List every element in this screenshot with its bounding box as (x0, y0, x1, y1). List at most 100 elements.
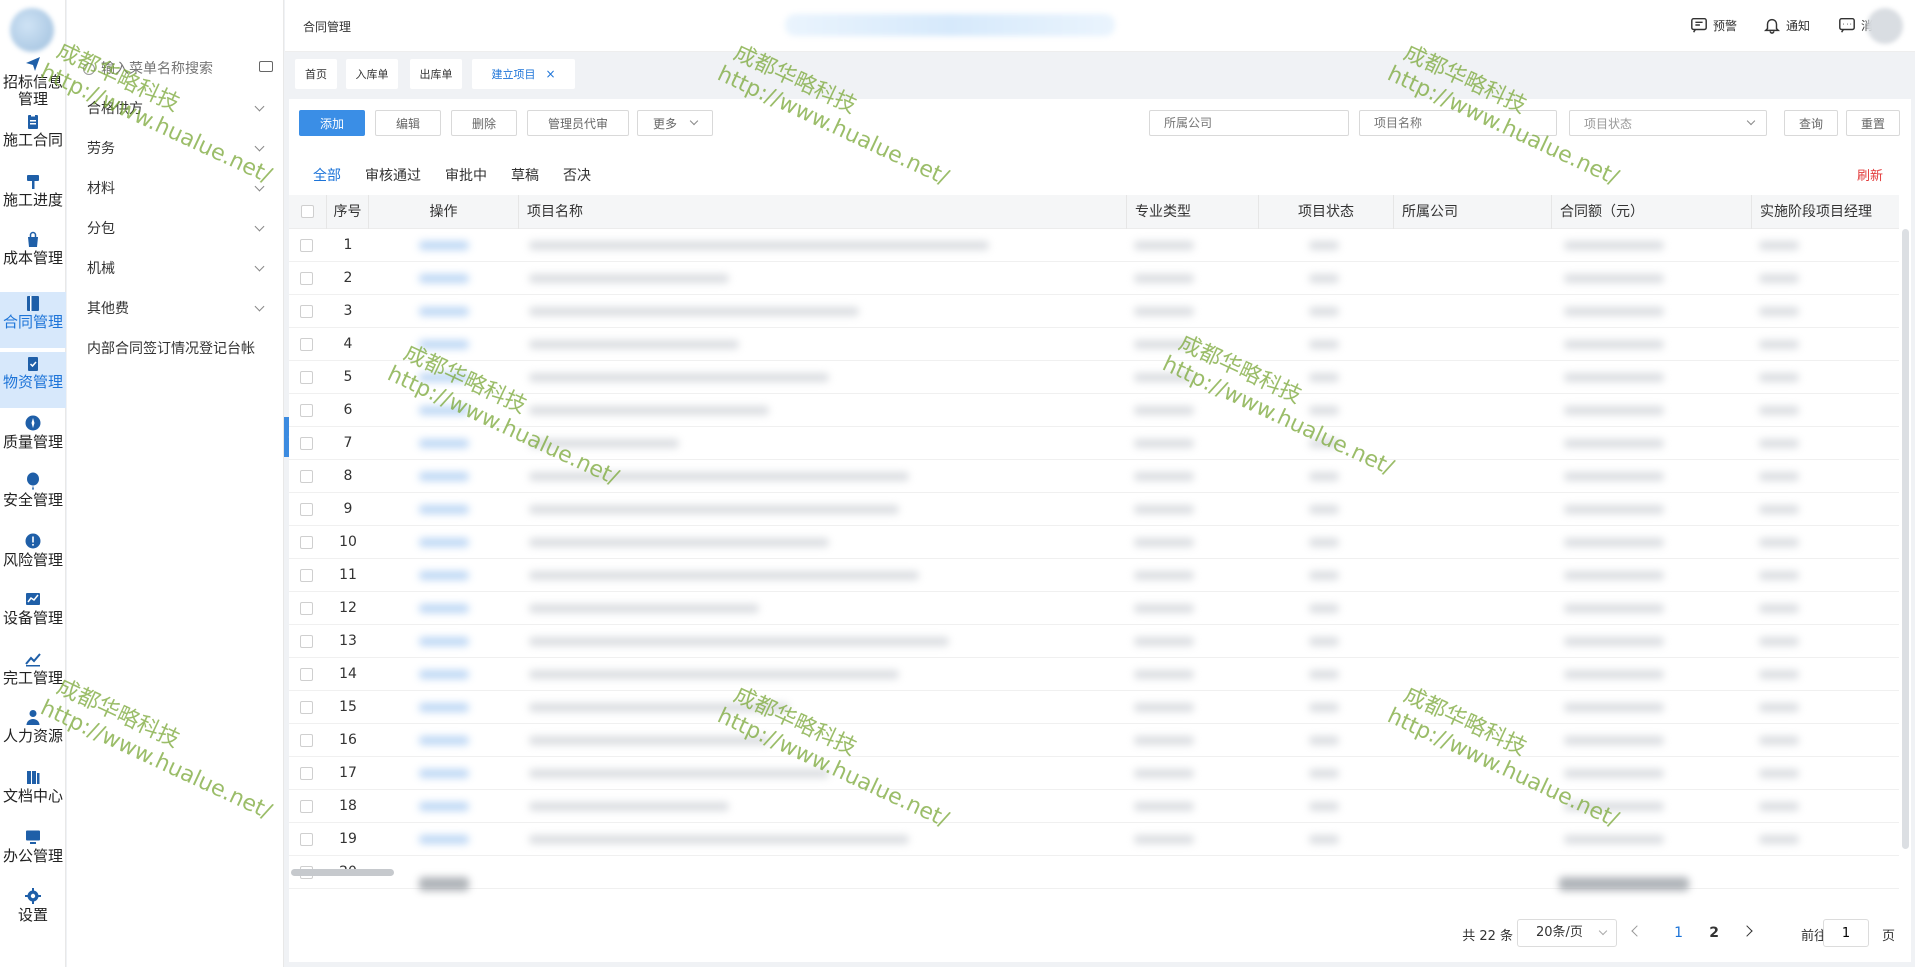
rail-item-construction-progress[interactable]: 施工进度 (0, 170, 66, 226)
row-checkbox[interactable] (300, 635, 313, 648)
next-page-icon[interactable] (1741, 925, 1753, 937)
select-all-checkbox[interactable] (301, 205, 314, 218)
query-button[interactable]: 查询 (1784, 110, 1838, 136)
rail-item-bidding[interactable]: 招标信息管理 (0, 52, 66, 108)
row-checkbox[interactable] (300, 536, 313, 549)
menu-search-input[interactable] (101, 61, 251, 77)
submenu-item[interactable]: 材料 (87, 176, 267, 200)
edit-button[interactable]: 编辑 (375, 110, 441, 136)
row-checkbox[interactable] (300, 371, 313, 384)
submenu-item[interactable]: 合格供方 (87, 96, 267, 120)
row-checkbox[interactable] (300, 338, 313, 351)
menu-search[interactable] (83, 58, 273, 80)
row-checkbox[interactable] (300, 305, 313, 318)
row-checkbox[interactable] (300, 602, 313, 615)
vertical-scrollbar[interactable] (1902, 229, 1909, 849)
delete-button[interactable]: 删除 (451, 110, 517, 136)
table-row[interactable]: 11 (289, 559, 1899, 592)
row-checkbox[interactable] (300, 437, 313, 450)
table-row[interactable]: 10 (289, 526, 1899, 559)
avatar[interactable] (1867, 8, 1903, 44)
rail-item-construction-contract[interactable]: 施工合同 (0, 110, 66, 166)
submenu-item[interactable]: 其他费 (87, 296, 267, 320)
table-row[interactable]: 2 (289, 262, 1899, 295)
prev-page-icon[interactable] (1631, 925, 1643, 937)
tab-create-project[interactable]: 建立项目 × (472, 59, 575, 89)
row-checkbox[interactable] (300, 668, 313, 681)
row-checkbox[interactable] (300, 503, 313, 516)
rail-item-office[interactable]: 办公管理 (0, 826, 66, 882)
table-row[interactable]: 8 (289, 460, 1899, 493)
submenu-item[interactable]: 机械 (87, 256, 267, 280)
warning-button[interactable]: 预警 (1690, 16, 1737, 34)
page-1[interactable]: 1 (1674, 925, 1683, 941)
page-2[interactable]: 2 (1709, 925, 1719, 941)
rail-item-equipment[interactable]: 设备管理 (0, 588, 66, 644)
submenu-item[interactable]: 内部合同签订情况登记台帐 (87, 336, 267, 360)
main-panel: 添加 编辑 删除 管理员代审 更多 项目状态 查询 重置 全部 审核通过 审批中… (289, 99, 1911, 962)
table-row[interactable]: 1 (289, 229, 1899, 262)
close-icon[interactable]: × (545, 67, 555, 81)
add-button[interactable]: 添加 (299, 110, 365, 136)
row-checkbox[interactable] (300, 569, 313, 582)
table-row[interactable]: 13 (289, 625, 1899, 658)
filter-rejected[interactable]: 否决 (563, 165, 591, 187)
table-row[interactable]: 15 (289, 691, 1899, 724)
table-row[interactable]: 14 (289, 658, 1899, 691)
row-checkbox[interactable] (300, 272, 313, 285)
row-checkbox[interactable] (300, 734, 313, 747)
folder-icon[interactable] (259, 61, 273, 72)
rail-item-docs[interactable]: 文档中心 (0, 766, 66, 822)
table-row[interactable]: 7 (289, 427, 1899, 460)
rail-item-risk[interactable]: 风险管理 (0, 530, 66, 586)
table-row[interactable]: 18 (289, 790, 1899, 823)
table-row[interactable]: 17 (289, 757, 1899, 790)
row-checkbox[interactable] (300, 767, 313, 780)
more-dropdown[interactable]: 更多 (637, 110, 713, 136)
horizontal-scrollbar[interactable] (291, 869, 394, 876)
rail-item-label: 施工进度 (2, 191, 63, 209)
table-row[interactable]: 19 (289, 823, 1899, 856)
table-row[interactable]: 5 (289, 361, 1899, 394)
row-checkbox[interactable] (300, 701, 313, 714)
project-name-input[interactable] (1359, 110, 1557, 136)
row-actions-blurred (419, 274, 469, 283)
filter-approved[interactable]: 审核通过 (365, 165, 421, 187)
row-checkbox[interactable] (300, 404, 313, 417)
rail-item-quality[interactable]: 质量管理 (0, 412, 66, 468)
filter-all[interactable]: 全部 (313, 165, 341, 187)
tab-home[interactable]: 首页 (295, 59, 337, 89)
rail-item-contract[interactable]: 合同管理 (0, 292, 66, 348)
row-checkbox[interactable] (300, 833, 313, 846)
rail-item-hr[interactable]: 人力资源 (0, 706, 66, 762)
table-row[interactable]: 16 (289, 724, 1899, 757)
tab-inbound[interactable]: 入库单 (346, 59, 398, 89)
table-row[interactable]: 6 (289, 394, 1899, 427)
rail-item-settings[interactable]: 设置 (0, 885, 66, 941)
submenu-item[interactable]: 劳务 (87, 136, 267, 160)
row-checkbox[interactable] (300, 470, 313, 483)
rail-item-safety[interactable]: 安全管理 (0, 470, 66, 526)
filter-draft[interactable]: 草稿 (511, 165, 539, 187)
admin-review-button[interactable]: 管理员代审 (527, 110, 629, 136)
notice-button[interactable]: 通知 (1763, 16, 1810, 34)
tab-outbound[interactable]: 出库单 (410, 59, 462, 89)
filter-in-review[interactable]: 审批中 (445, 165, 487, 187)
rail-item-completion[interactable]: 完工管理 (0, 648, 66, 704)
rail-item-materials[interactable]: 物资管理 (0, 352, 66, 408)
page-size-select[interactable]: 20条/页 (1517, 919, 1617, 947)
table-row[interactable]: 4 (289, 328, 1899, 361)
project-status-select[interactable]: 项目状态 (1569, 110, 1767, 136)
rail-item-cost[interactable]: 成本管理 (0, 228, 66, 284)
row-checkbox[interactable] (300, 800, 313, 813)
reset-button[interactable]: 重置 (1846, 110, 1900, 136)
goto-page-input[interactable] (1823, 919, 1869, 947)
row-checkbox[interactable] (300, 239, 313, 252)
submenu-item[interactable]: 分包 (87, 216, 267, 240)
table-row[interactable]: 12 (289, 592, 1899, 625)
refresh-button[interactable]: 刷新 (1857, 165, 1883, 184)
company-input[interactable] (1149, 110, 1349, 136)
table-row[interactable]: 3 (289, 295, 1899, 328)
table-row[interactable]: 9 (289, 493, 1899, 526)
row-actions-blurred (419, 307, 469, 316)
